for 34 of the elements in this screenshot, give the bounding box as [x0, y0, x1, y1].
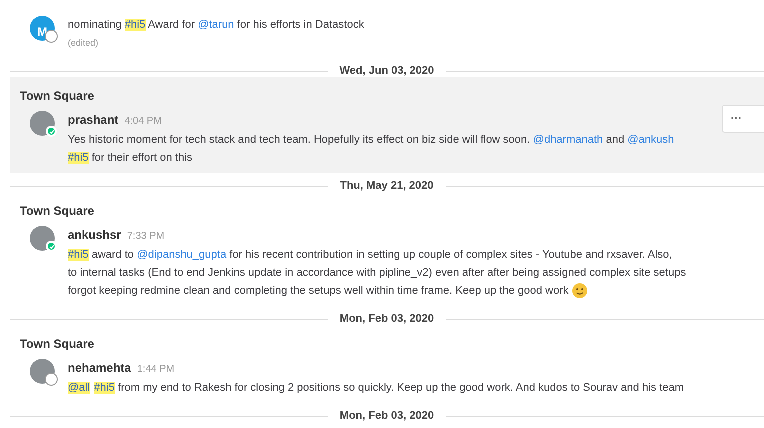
hashtag-link[interactable]: @all [68, 382, 90, 394]
hashtag-link[interactable]: #hi5 [94, 382, 115, 394]
message-text: for his recent contribution in setting up couple of complex sites - Youtube and rxsaver. Also, [228, 249, 672, 261]
username[interactable]: nehamehta [68, 359, 132, 377]
mention-link[interactable]: @dharmanath [533, 134, 604, 146]
hashtag-link[interactable]: #hi5 [68, 152, 89, 164]
message-text: and [605, 134, 626, 146]
more-actions-button[interactable]: ··· [731, 110, 742, 128]
avatar-photo-placeholder [30, 111, 55, 136]
avatar-photo-placeholder [30, 226, 55, 251]
message-text: award to [90, 249, 136, 261]
message-text: Yes historic moment for tech stack and tech team. Hopefully its effect on biz side will flow soon. [68, 134, 532, 146]
message-text: Award for [147, 19, 196, 31]
message-text: to internal tasks (End to end Jenkins update in accordance with pipline_v2) even after after being assigned complex site setups [68, 267, 686, 279]
message-text: for their effort on this [90, 152, 193, 164]
message-text: forgot keeping redmine clean and completing the setups well within time frame. Keep up the good work [68, 285, 570, 297]
hashtag-link[interactable]: #hi5 [124, 19, 146, 31]
username[interactable]: prashant [68, 111, 119, 129]
channel-name[interactable]: Town Square [20, 202, 94, 220]
username[interactable]: ankushsr [68, 226, 122, 244]
message-text: nominating [68, 19, 123, 31]
edited-label: (edited) [68, 37, 100, 50]
hashtag-link[interactable]: #hi5 [68, 249, 89, 261]
message-text: for his efforts in Datastock [236, 19, 364, 31]
message-time: 7:33 PM [127, 230, 165, 244]
mention-link[interactable]: @tarun [198, 19, 234, 31]
smiley-icon [572, 283, 588, 300]
message-time: 4:04 PM [124, 115, 162, 129]
channel-name[interactable]: Town Square [20, 87, 94, 105]
channel-name[interactable]: Town Square [20, 335, 94, 353]
mention-link[interactable]: @ankush [628, 134, 674, 146]
message-time: 1:44 PM [137, 363, 175, 377]
mention-link[interactable]: @dipanshu_gupta [137, 249, 227, 261]
message-text: from my end to Rakesh for closing 2 positions so quickly. Keep up the good work. And kudos to Sourav and his team [117, 382, 684, 394]
